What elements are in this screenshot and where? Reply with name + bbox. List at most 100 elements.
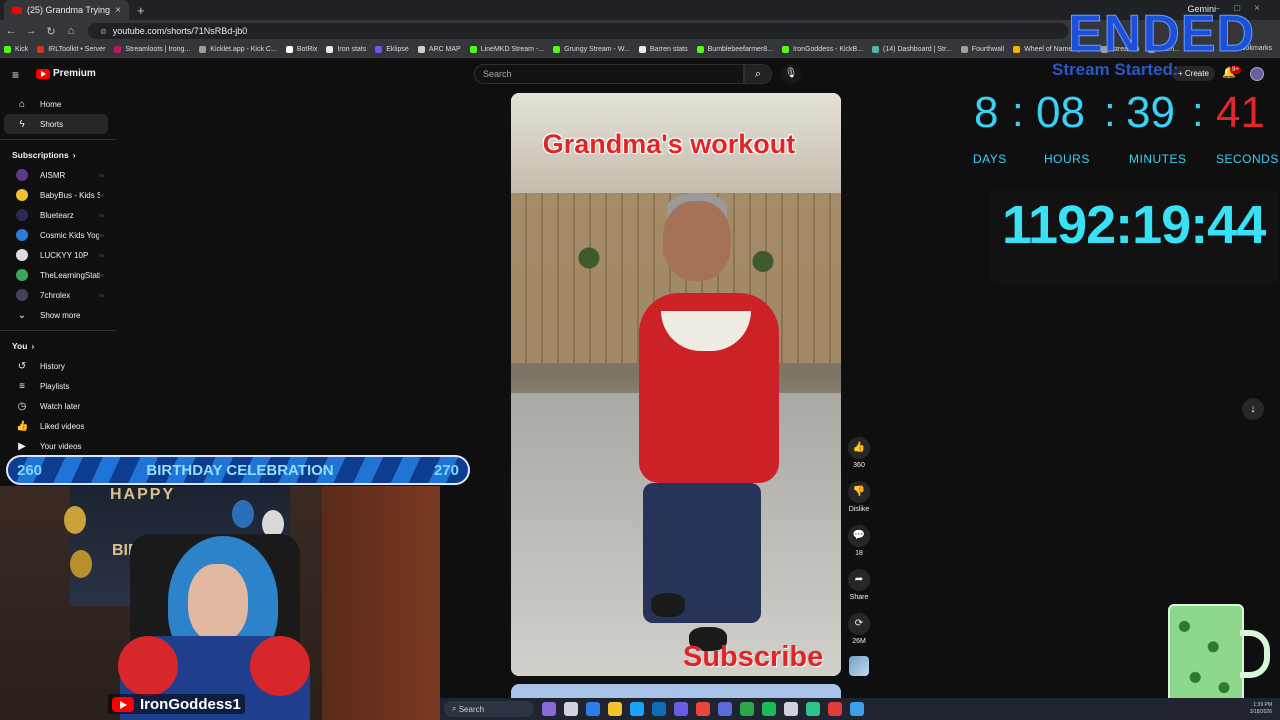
- you-heading[interactable]: You ›: [0, 336, 116, 356]
- bookmark-item[interactable]: BotRix: [285, 46, 317, 53]
- sidebar-item-liked-videos-icon: 👍: [16, 420, 29, 432]
- youtube-logo[interactable]: Premium: [36, 68, 96, 79]
- like-button[interactable]: 👍 360: [846, 437, 872, 469]
- like-label: 360: [853, 462, 865, 469]
- taskbar-app-icon[interactable]: [740, 702, 754, 716]
- bookmark-favicon-icon: [37, 46, 45, 53]
- like-icon: 👍: [848, 437, 870, 459]
- reload-icon[interactable]: ↻: [42, 25, 60, 38]
- taskbar-app-icon[interactable]: [674, 702, 688, 716]
- sidebar-item-shorts-icon: ϟ: [19, 118, 25, 130]
- bookmark-item[interactable]: IronGoddess - KickB...: [782, 46, 863, 53]
- taskbar-app-icon[interactable]: [762, 702, 776, 716]
- subscription-item[interactable]: Bluetearz: [4, 205, 108, 225]
- sidebar-item-your-videos[interactable]: ▶ Your videos: [4, 436, 108, 456]
- voice-search-button[interactable]: 🎙: [781, 64, 801, 84]
- countdown-days: 8: [974, 88, 999, 137]
- bookmark-item[interactable]: IRLToolkit • Server: [37, 46, 105, 53]
- address-bar[interactable]: ⊜ youtube.com/shorts/71NsRBd-jb0: [88, 23, 1068, 39]
- taskbar-clock[interactable]: 1:39 PM 3/18/2026: [1250, 702, 1272, 716]
- bookmark-item[interactable]: Iron stats: [326, 46, 366, 53]
- taskbar-app-icon[interactable]: [586, 702, 600, 716]
- subscription-item[interactable]: TheLearningStati...: [4, 265, 108, 285]
- sidebar-item-home[interactable]: ⌂ Home: [4, 94, 108, 114]
- close-tab-icon[interactable]: ×: [115, 5, 121, 16]
- sidebar-item-liked-videos[interactable]: 👍 Liked videos: [4, 416, 108, 436]
- bookmark-label: Iron stats: [337, 46, 367, 53]
- countdown-label-minutes: MINUTES: [1129, 152, 1187, 166]
- account-avatar[interactable]: [1250, 67, 1264, 81]
- forward-icon[interactable]: →: [22, 25, 40, 37]
- sidebar-item-watch-later[interactable]: ◷ Watch later: [4, 396, 108, 416]
- subscription-item[interactable]: Cosmic Kids Yoga: [4, 225, 108, 245]
- taskbar-app-icon[interactable]: [828, 702, 842, 716]
- menu-icon[interactable]: ≡: [12, 68, 19, 82]
- video-caption-title: Grandma's workout: [542, 129, 796, 159]
- channel-avatar: [16, 289, 28, 301]
- bookmark-item[interactable]: (14) Dashboard | Str...: [872, 46, 952, 53]
- bookmark-item[interactable]: Kick: [4, 46, 28, 53]
- bookmark-label: IronGoddess - KickB...: [793, 46, 864, 53]
- subscription-item[interactable]: AISMR: [4, 165, 108, 185]
- countdown-label-hours: HOURS: [1044, 152, 1090, 166]
- bookmark-item[interactable]: Fourthwall: [960, 46, 1004, 53]
- share-button[interactable]: ➦ Share: [846, 569, 872, 601]
- next-short-button[interactable]: ↓: [1242, 398, 1264, 420]
- remix-button[interactable]: ⟳ 26M: [846, 613, 872, 645]
- goal-title: BIRTHDAY CELEBRATION: [146, 462, 334, 479]
- search-input[interactable]: Search: [474, 64, 744, 84]
- countdown-separator: :: [1104, 88, 1116, 135]
- show-more[interactable]: ⌄ Show more: [4, 305, 108, 325]
- back-icon[interactable]: ←: [2, 25, 20, 37]
- bookmark-item[interactable]: LineMKD Stream -...: [469, 46, 544, 53]
- subscriptions-heading[interactable]: Subscriptions ›: [0, 145, 116, 165]
- taskbar-app-icon[interactable]: [652, 702, 666, 716]
- taskbar-app-icon[interactable]: [542, 702, 556, 716]
- taskbar-app-icon[interactable]: [718, 702, 732, 716]
- taskbar-app-icon[interactable]: [696, 702, 710, 716]
- share-label: Share: [849, 594, 869, 601]
- sidebar-item-history[interactable]: ↺ History: [4, 356, 108, 376]
- taskbar-app-icon[interactable]: [850, 702, 864, 716]
- taskbar-app-icon[interactable]: [564, 702, 578, 716]
- taskbar-app-icon[interactable]: [806, 702, 820, 716]
- subscription-item[interactable]: LUCKYY 10P: [4, 245, 108, 265]
- sidebar-item-label: Watch later: [40, 401, 81, 411]
- sidebar-item-playlists[interactable]: ≡ Playlists: [4, 376, 108, 396]
- taskbar-app-icon[interactable]: [630, 702, 644, 716]
- bookmark-favicon-icon: [285, 46, 293, 53]
- taskbar-search[interactable]: ⌕ Search: [444, 701, 534, 717]
- sidebar: ⌂ Home ϟ Shorts Subscriptions › AISMR BabyBus …: [0, 94, 116, 456]
- countdown-separator: :: [1192, 88, 1204, 135]
- sound-thumbnail[interactable]: [849, 656, 869, 676]
- new-content-indicator: [99, 213, 104, 217]
- channel-avatar: [16, 269, 28, 281]
- person-shoe: [651, 593, 685, 617]
- bookmark-item[interactable]: Eklipse: [375, 46, 409, 53]
- subscription-item[interactable]: 7chrolex: [4, 285, 108, 305]
- comments-button[interactable]: 💬 18: [846, 525, 872, 557]
- sidebar-divider: [0, 139, 116, 140]
- browser-tab[interactable]: (25) Grandma Trying to lea... ×: [4, 0, 129, 20]
- sidebar-item-label: Show more: [40, 310, 81, 320]
- bookmark-item[interactable]: Bumblebeefarmer8...: [696, 46, 773, 53]
- bookmark-item[interactable]: Grungy Stream - W...: [553, 46, 630, 53]
- dislike-button[interactable]: 👎 Dislike: [846, 481, 872, 513]
- taskbar-app-icon[interactable]: [784, 702, 798, 716]
- bookmark-item[interactable]: Barren stats: [638, 46, 688, 53]
- goal-target: 270: [433, 462, 459, 479]
- sidebar-item-shorts[interactable]: ϟ Shorts: [4, 114, 108, 134]
- bookmark-item[interactable]: Kicklet.app - Kick C...: [199, 46, 277, 53]
- site-info-icon[interactable]: ⊜: [100, 27, 107, 36]
- home-icon[interactable]: ⌂: [62, 25, 80, 37]
- bookmark-favicon-icon: [4, 46, 11, 53]
- bookmark-item[interactable]: ARC MAP: [417, 46, 461, 53]
- taskbar-app-icon[interactable]: [608, 702, 622, 716]
- shorts-video-player[interactable]: Grandma's workout Subscribe: [511, 93, 841, 676]
- search-button[interactable]: ⌕: [744, 64, 772, 84]
- subscription-item[interactable]: BabyBus - Kids S...: [4, 185, 108, 205]
- bookmark-label: (14) Dashboard | Str...: [883, 46, 952, 53]
- new-tab-button[interactable]: +: [137, 3, 145, 18]
- bookmark-favicon-icon: [469, 46, 477, 53]
- bookmark-item[interactable]: Streamloots | Irong...: [114, 46, 190, 53]
